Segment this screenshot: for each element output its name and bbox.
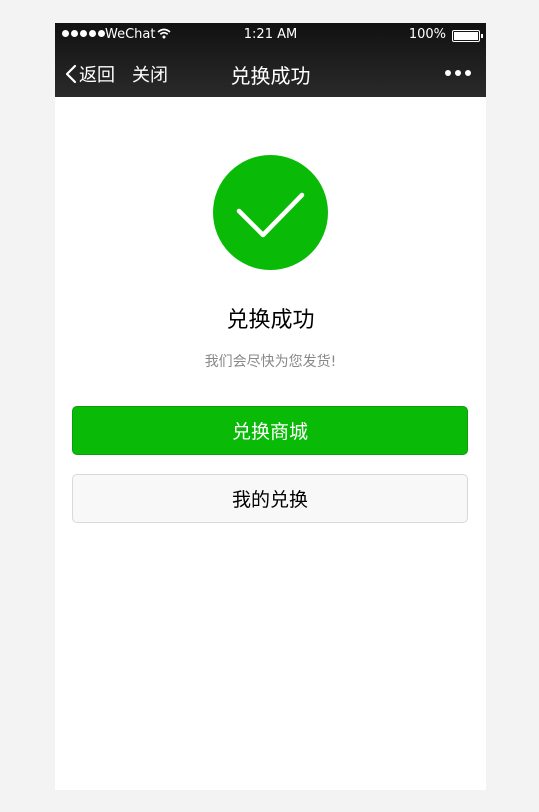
status-bar: WeChat 1:21 AM 100% <box>55 23 486 47</box>
navigation-bar: 返回 关闭 兑换成功 <box>55 47 486 97</box>
more-dot <box>465 70 471 76</box>
checkmark-icon <box>236 192 305 238</box>
my-exchanges-label: 我的兑换 <box>231 489 308 511</box>
battery-percentage: 100% <box>408 27 446 42</box>
phone-screen: WeChat 1:21 AM 100% 返回 关闭 兑换成功 兑换成功 我们会尽… <box>55 23 486 790</box>
more-button[interactable] <box>445 70 471 76</box>
top-bar: WeChat 1:21 AM 100% 返回 关闭 兑换成功 <box>55 23 486 97</box>
result-title: 兑换成功 <box>226 308 315 333</box>
more-dot <box>445 70 451 76</box>
exchange-mall-label: 兑换商城 <box>231 421 308 443</box>
checkmark-circle-icon <box>213 155 328 270</box>
my-exchanges-button[interactable]: 我的兑换 <box>72 474 468 523</box>
nav-title: 兑换成功 <box>230 64 311 88</box>
result-message: 我们会尽快为您发货! <box>204 354 337 370</box>
battery-icon <box>452 30 483 42</box>
more-dot <box>455 70 461 76</box>
exchange-mall-button[interactable]: 兑换商城 <box>72 406 468 455</box>
